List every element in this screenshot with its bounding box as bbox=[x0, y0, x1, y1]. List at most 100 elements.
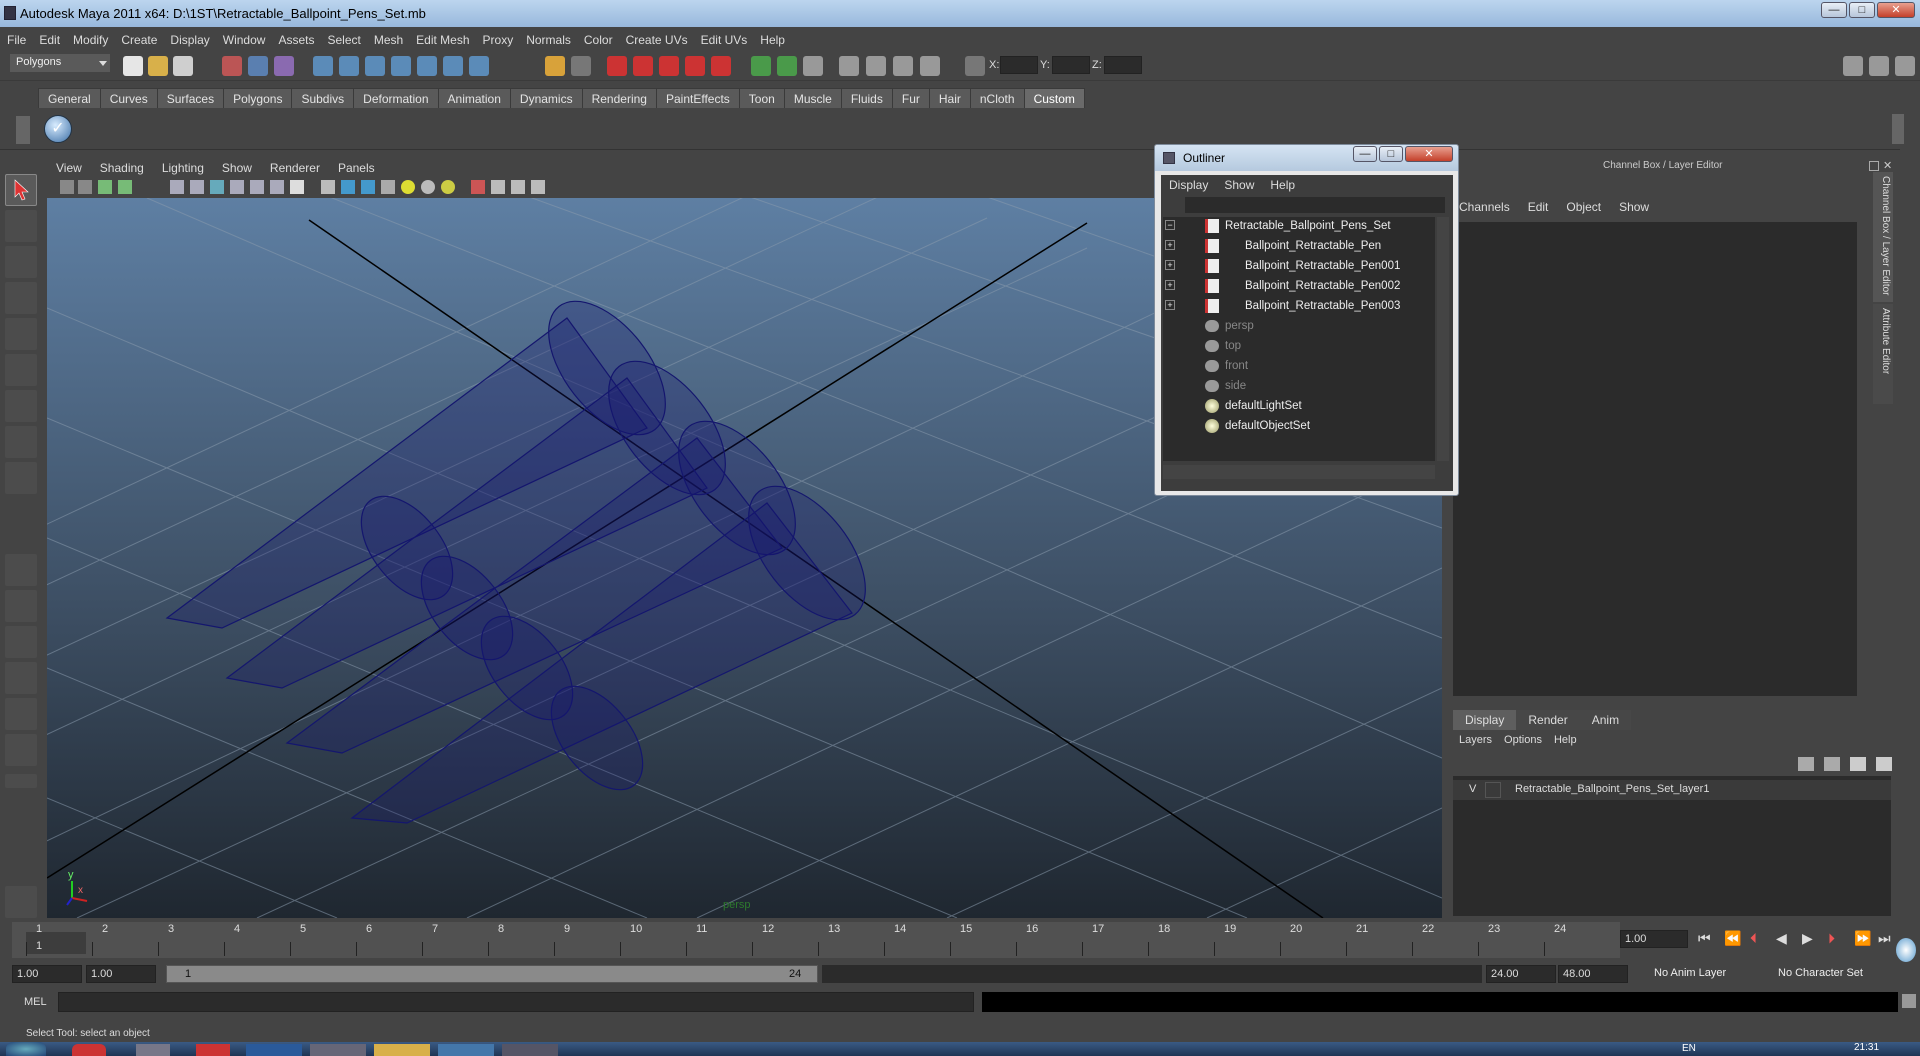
save-scene-icon[interactable] bbox=[173, 56, 193, 76]
outliner-item[interactable]: defaultObjectSet bbox=[1163, 419, 1435, 437]
shelf-menu-icon[interactable] bbox=[16, 116, 30, 144]
playback-start-field[interactable]: 1.00 bbox=[86, 965, 156, 983]
render-settings-icon[interactable] bbox=[659, 56, 679, 76]
outliner-hscroll[interactable] bbox=[1163, 465, 1435, 479]
smooth-shade-icon[interactable] bbox=[341, 180, 355, 194]
close-panel-icon[interactable]: ✕ bbox=[1883, 159, 1892, 172]
taskbar-app-icon[interactable] bbox=[246, 1044, 302, 1056]
expand-toggle[interactable]: − bbox=[1165, 220, 1175, 230]
check-tool-icon[interactable]: ✓ bbox=[44, 115, 72, 143]
outliner-item[interactable]: + Ballpoint_Retractable_Pen002 bbox=[1163, 279, 1435, 297]
side-tab-attribute-editor[interactable]: Attribute Editor bbox=[1873, 304, 1893, 404]
outliner-minimize-button[interactable]: — bbox=[1353, 146, 1377, 162]
transform-field-icon[interactable] bbox=[965, 56, 985, 76]
menu-assets[interactable]: Assets bbox=[271, 30, 320, 47]
y-field[interactable] bbox=[1052, 56, 1090, 74]
outliner-item-label[interactable]: top bbox=[1225, 340, 1241, 352]
open-scene-icon[interactable] bbox=[148, 56, 168, 76]
taskbar-app-icon[interactable] bbox=[374, 1044, 430, 1056]
menu-edit-mesh[interactable]: Edit Mesh bbox=[409, 30, 475, 47]
outliner-item[interactable]: front bbox=[1163, 359, 1435, 377]
shelf-tab-dynamics[interactable]: Dynamics bbox=[509, 88, 583, 108]
paint-select-icon[interactable] bbox=[5, 246, 37, 278]
taskbar-app-icon[interactable] bbox=[310, 1044, 366, 1056]
panel-menu-renderer[interactable]: Renderer bbox=[262, 159, 330, 175]
new-layer-icon[interactable] bbox=[1850, 757, 1866, 771]
layer-row[interactable]: V Retractable_Ballpoint_Pens_Set_layer1 bbox=[1453, 780, 1891, 800]
outliner-item-label[interactable]: persp bbox=[1225, 320, 1254, 332]
outliner-item[interactable]: − Retractable_Ballpoint_Pens_Set bbox=[1163, 219, 1435, 237]
menu-edit-uvs[interactable]: Edit UVs bbox=[694, 30, 754, 47]
menu-proxy[interactable]: Proxy bbox=[476, 30, 520, 47]
show-ui-icon[interactable] bbox=[751, 56, 771, 76]
move-layer-down-icon[interactable] bbox=[1824, 757, 1840, 771]
step-back-key-icon[interactable]: ⏪ bbox=[1724, 930, 1741, 947]
outliner-item-label[interactable]: defaultObjectSet bbox=[1225, 420, 1310, 432]
shelf-tab-polygons[interactable]: Polygons bbox=[223, 88, 293, 108]
menu-display[interactable]: Display bbox=[163, 30, 215, 47]
panel-menu-shading[interactable]: Shading bbox=[92, 159, 154, 175]
step-back-frame-icon[interactable]: ⏴ bbox=[1750, 930, 1757, 947]
new-scene-icon[interactable] bbox=[123, 56, 143, 76]
xray-components-icon[interactable] bbox=[531, 180, 545, 194]
outliner-vscroll[interactable] bbox=[1437, 217, 1449, 461]
panel-menu-view[interactable]: View bbox=[48, 159, 92, 175]
select-object-icon[interactable] bbox=[248, 56, 268, 76]
outliner-item[interactable]: top bbox=[1163, 339, 1435, 357]
camera-select-icon[interactable] bbox=[60, 180, 74, 194]
play-forward-icon[interactable]: ▶ bbox=[1802, 930, 1813, 947]
mode-selector[interactable]: Polygons bbox=[10, 54, 110, 72]
outliner-item-label[interactable]: defaultLightSet bbox=[1225, 400, 1302, 412]
layer-menu-help[interactable]: Help bbox=[1548, 734, 1583, 746]
xray-icon[interactable] bbox=[491, 180, 505, 194]
close-button[interactable]: ✕ bbox=[1877, 2, 1915, 18]
xray-joints-icon[interactable] bbox=[511, 180, 525, 194]
menu-select[interactable]: Select bbox=[320, 30, 366, 47]
lasso-tool-icon[interactable] bbox=[5, 210, 37, 242]
outliner-item-label[interactable]: side bbox=[1225, 380, 1246, 392]
shelf-tab-animation[interactable]: Animation bbox=[437, 88, 511, 108]
menu-normals[interactable]: Normals bbox=[519, 30, 577, 47]
textured-icon[interactable] bbox=[381, 180, 395, 194]
layer-tab-display[interactable]: Display bbox=[1453, 710, 1517, 730]
render-frame-icon[interactable] bbox=[607, 56, 627, 76]
select-hierarchy-icon[interactable] bbox=[222, 56, 242, 76]
ipr-render-icon[interactable] bbox=[633, 56, 653, 76]
shelf-tab-deformation[interactable]: Deformation bbox=[353, 88, 439, 108]
outliner-item[interactable]: side bbox=[1163, 379, 1435, 397]
end-time-field[interactable]: 48.00 bbox=[1558, 965, 1628, 983]
outliner-item-label[interactable]: Ballpoint_Retractable_Pen002 bbox=[1245, 280, 1400, 292]
soft-mod-icon[interactable] bbox=[5, 426, 37, 458]
minimize-button[interactable]: — bbox=[1821, 2, 1847, 18]
x-field[interactable] bbox=[1000, 56, 1038, 74]
resolution-gate-icon[interactable] bbox=[210, 180, 224, 194]
history-icon[interactable] bbox=[443, 56, 463, 76]
expand-toggle[interactable]: + bbox=[1165, 260, 1175, 270]
graph-layout-icon[interactable] bbox=[5, 734, 37, 766]
menu-edit[interactable]: Edit bbox=[32, 30, 66, 47]
panel-menu-panels[interactable]: Panels bbox=[330, 159, 385, 175]
side-tab-channel-box[interactable]: Channel Box / Layer Editor bbox=[1873, 172, 1893, 302]
shelf-tab-curves[interactable]: Curves bbox=[99, 88, 158, 108]
outliner-item-label[interactable]: Ballpoint_Retractable_Pen001 bbox=[1245, 260, 1400, 272]
shelf-tab-rendering[interactable]: Rendering bbox=[581, 88, 657, 108]
expand-toggle[interactable]: + bbox=[1165, 280, 1175, 290]
wireframe-icon[interactable] bbox=[321, 180, 335, 194]
channel-menu-channels[interactable]: Channels bbox=[1451, 200, 1520, 214]
channel-menu-object[interactable]: Object bbox=[1558, 200, 1611, 214]
layout-menu-icon[interactable] bbox=[5, 774, 37, 788]
panel-menu-show[interactable]: Show bbox=[214, 159, 262, 175]
shelf-tab-hair[interactable]: Hair bbox=[928, 88, 971, 108]
move-layer-up-icon[interactable] bbox=[1798, 757, 1814, 771]
taskbar-app-icon[interactable] bbox=[72, 1044, 106, 1056]
select-tool-icon[interactable] bbox=[5, 174, 37, 206]
menu-help[interactable]: Help bbox=[753, 30, 791, 47]
safe-title-icon[interactable] bbox=[290, 180, 304, 194]
taskbar-app-icon[interactable] bbox=[502, 1044, 558, 1056]
last-tool-icon[interactable] bbox=[5, 462, 37, 494]
clock[interactable]: 21:31 bbox=[1854, 1042, 1879, 1053]
outliner-item[interactable]: defaultLightSet bbox=[1163, 399, 1435, 417]
camera-attributes-icon[interactable] bbox=[78, 180, 92, 194]
outliner-icon[interactable] bbox=[803, 56, 823, 76]
taskbar-app-icon[interactable] bbox=[196, 1044, 230, 1056]
